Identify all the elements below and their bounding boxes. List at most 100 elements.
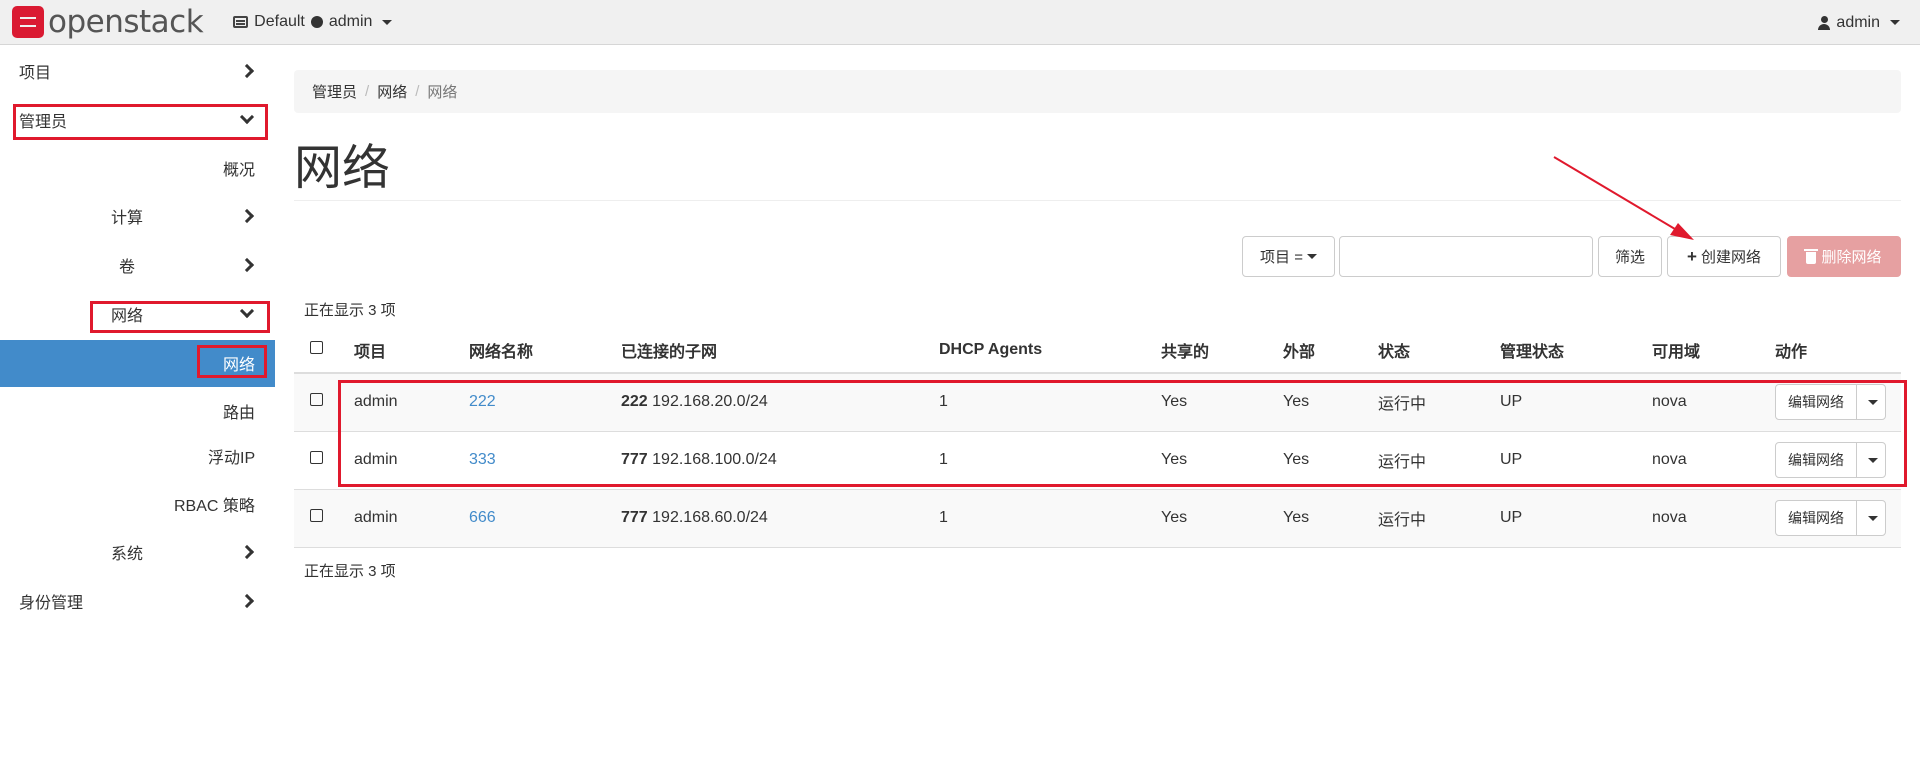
caret-down-icon [382, 19, 393, 25]
more-actions-button[interactable] [1857, 385, 1885, 419]
project-context-dropdown[interactable]: Default admin [233, 13, 393, 31]
sidebar-item-volume[interactable]: 卷 [119, 243, 259, 287]
edit-network-button[interactable]: 编辑网络 [1776, 385, 1857, 420]
cell-actions: 编辑网络 [1765, 373, 1901, 432]
more-actions-button[interactable] [1857, 501, 1885, 535]
chevron-right-icon [239, 257, 255, 273]
cell-subnet: 222 192.168.20.0/24 [611, 373, 929, 432]
sidebar-item-label: 项目 [19, 65, 52, 82]
row-select-cell [294, 373, 344, 432]
breadcrumb-item[interactable]: 管理员 [312, 81, 357, 102]
subnet-cidr: 192.168.20.0/24 [652, 393, 768, 411]
row-select-cell [294, 431, 344, 490]
filter-button[interactable]: 筛选 [1598, 236, 1662, 277]
column-header[interactable]: 已连接的子网 [611, 328, 929, 374]
table-row: admin 666 777 192.168.60.0/24 1 Yes Yes … [294, 489, 1901, 548]
cell-name: 666 [459, 489, 611, 548]
user-menu[interactable]: admin [1818, 0, 1900, 45]
sidebar-item-rbac[interactable]: RBAC 策略 [174, 482, 255, 526]
sidebar-item-network[interactable]: 网络 [111, 292, 259, 336]
cell-admin-state: UP [1490, 373, 1642, 432]
delete-network-button[interactable]: 删除网络 [1787, 236, 1901, 277]
row-checkbox[interactable] [310, 451, 323, 464]
brand-logo[interactable]: openstack [12, 0, 204, 45]
create-network-button[interactable]: + 创建网络 [1667, 236, 1781, 277]
caret-down-icon [1868, 399, 1878, 405]
sidebar-item-admin[interactable]: 管理员 [19, 98, 259, 142]
cell-shared: Yes [1151, 489, 1273, 548]
row-action-group: 编辑网络 [1775, 500, 1886, 536]
sidebar-item-label: 管理员 [19, 114, 68, 131]
sidebar-item-compute[interactable]: 计算 [111, 194, 259, 238]
sidebar-item-floating-ips[interactable]: 浮动IP [208, 434, 255, 478]
sidebar-item-routers[interactable]: 路由 [223, 389, 255, 433]
delete-network-label: 删除网络 [1821, 249, 1882, 266]
column-header[interactable]: DHCP Agents [929, 328, 1151, 374]
caret-down-icon [1306, 254, 1317, 259]
cell-zone: nova [1642, 373, 1765, 432]
column-header[interactable]: 项目 [344, 328, 459, 374]
cell-external: Yes [1273, 373, 1368, 432]
sidebar-item-label: 网络 [111, 308, 144, 325]
edit-network-button[interactable]: 编辑网络 [1776, 501, 1857, 535]
breadcrumb-item[interactable]: 网络 [377, 81, 407, 102]
row-action-group: 编辑网络 [1775, 384, 1886, 421]
brand-name: openstack [48, 4, 204, 40]
select-all-header [294, 328, 344, 374]
column-header[interactable]: 管理状态 [1490, 328, 1642, 374]
row-checkbox[interactable] [310, 393, 323, 407]
chevron-down-icon [239, 303, 255, 319]
sidebar-item-networks[interactable]: 网络 [223, 341, 255, 385]
subnet-name: 777 [621, 451, 648, 468]
cell-project: admin [344, 489, 459, 548]
more-actions-button[interactable] [1857, 443, 1885, 477]
title-divider [294, 200, 1901, 201]
cell-external: Yes [1273, 489, 1368, 548]
column-header[interactable]: 状态 [1368, 328, 1490, 374]
openstack-logo-icon [12, 6, 44, 38]
caret-down-icon [1890, 20, 1900, 25]
top-navbar: openstack Default admin admin [0, 0, 1920, 45]
chevron-down-icon [239, 109, 255, 125]
column-header[interactable]: 网络名称 [459, 328, 611, 374]
breadcrumb-separator: / [415, 83, 420, 100]
network-name-link[interactable]: 333 [469, 451, 496, 468]
column-header[interactable]: 外部 [1273, 328, 1368, 374]
cell-actions: 编辑网络 [1765, 489, 1901, 548]
table-row: admin 333 777 192.168.100.0/24 1 Yes Yes… [294, 431, 1901, 490]
project-name: admin [328, 13, 373, 30]
filter-field-dropdown[interactable]: 项目 = [1242, 236, 1335, 277]
sidebar-item-project[interactable]: 项目 [19, 49, 259, 93]
column-header[interactable]: 共享的 [1151, 328, 1273, 374]
subnet-name: 777 [621, 509, 648, 526]
networks-table: 项目 网络名称 已连接的子网 DHCP Agents 共享的 外部 状态 管理状… [294, 328, 1901, 548]
cell-dhcp: 1 [929, 373, 1151, 432]
select-all-checkbox[interactable] [310, 341, 323, 354]
page-title: 网络 [294, 142, 391, 195]
sidebar-item-label: RBAC 策略 [174, 498, 255, 515]
cell-actions: 编辑网络 [1765, 431, 1901, 490]
sidebar-item-identity[interactable]: 身份管理 [19, 579, 259, 623]
cell-external: Yes [1273, 431, 1368, 490]
plus-icon: + [1687, 246, 1697, 266]
sidebar-item-label: 浮动IP [208, 450, 256, 467]
network-name-link[interactable]: 222 [469, 393, 496, 410]
row-select-cell [294, 489, 344, 548]
row-checkbox[interactable] [310, 509, 323, 522]
item-count-top: 正在显示 3 项 [304, 302, 396, 319]
cell-project: admin [344, 431, 459, 490]
edit-network-button[interactable]: 编辑网络 [1776, 443, 1857, 477]
cell-status: 运行中 [1368, 489, 1490, 548]
sidebar-item-system[interactable]: 系统 [111, 530, 259, 574]
cell-dhcp: 1 [929, 431, 1151, 490]
column-header[interactable]: 可用域 [1642, 328, 1765, 374]
domain-name: Default [254, 13, 305, 30]
user-icon [1818, 15, 1831, 30]
sidebar-item-overview[interactable]: 概况 [223, 146, 255, 190]
filter-input[interactable] [1339, 236, 1593, 277]
caret-down-icon [1868, 515, 1878, 521]
network-name-link[interactable]: 666 [469, 509, 496, 526]
filter-button-label: 筛选 [1614, 249, 1645, 266]
cell-project: admin [344, 373, 459, 432]
trash-icon [1804, 248, 1819, 264]
